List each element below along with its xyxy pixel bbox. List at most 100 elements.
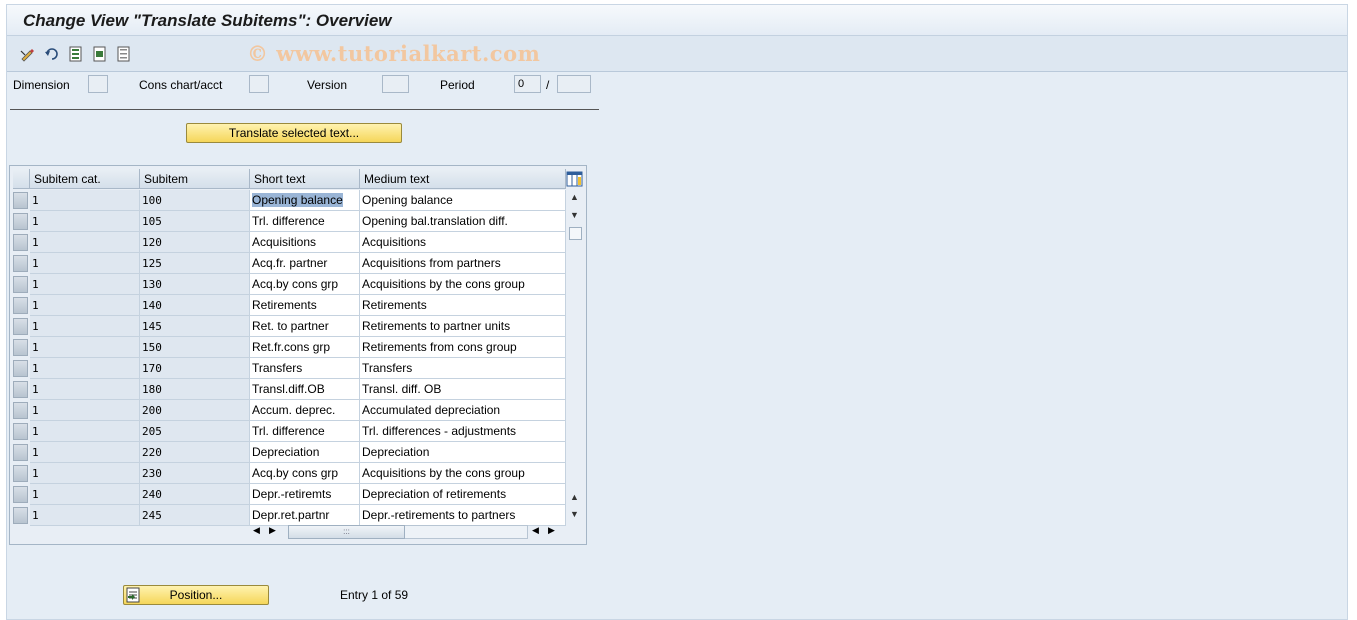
table-row[interactable]: 1 205 Trl. difference Trl. differences - ad… (10, 421, 570, 442)
table-row[interactable]: 1 240 Depr.-retiremts Depreciation of retir… (10, 484, 570, 505)
column-header-subitem[interactable]: Subitem (140, 169, 250, 189)
table-row[interactable]: 1 125 Acq.fr. partner Acquisitions from par… (10, 253, 570, 274)
table-row[interactable]: 1 180 Transl.diff.OB Transl. diff. OB (10, 379, 570, 400)
cell-short-text[interactable]: Acq.fr. partner (250, 253, 360, 274)
cell-medium-text[interactable]: Retirements from cons group (360, 337, 566, 358)
scroll-column-left-icon[interactable]: ◀ (532, 525, 539, 536)
cell-medium-text[interactable]: Retirements to partner units (360, 316, 566, 337)
cell-short-text[interactable]: Ret. to partner (250, 316, 360, 337)
cell-subitem-cat: 1 (30, 211, 140, 232)
cell-short-text[interactable]: Depr.-retiremts (250, 484, 360, 505)
row-selector[interactable] (13, 423, 28, 440)
table-row[interactable]: 1 105 Trl. difference Opening bal.translati… (10, 211, 570, 232)
row-selector[interactable] (13, 507, 28, 524)
row-selector[interactable] (13, 402, 28, 419)
cell-short-text[interactable]: Trl. difference (250, 421, 360, 442)
scroll-left-icon[interactable]: ◀ (253, 525, 260, 536)
row-selector[interactable] (13, 444, 28, 461)
version-field[interactable] (382, 75, 409, 93)
cell-medium-text[interactable]: Opening bal.translation diff. (360, 211, 566, 232)
cell-medium-text[interactable]: Acquisitions (360, 232, 566, 253)
row-selector[interactable] (13, 234, 28, 251)
cell-short-text[interactable]: Acq.by cons grp (250, 274, 360, 295)
cell-medium-text[interactable]: Acquisitions from partners (360, 253, 566, 274)
select-block-icon[interactable] (91, 45, 109, 63)
cell-short-text[interactable]: Acq.by cons grp (250, 463, 360, 484)
table-row[interactable]: 1 230 Acq.by cons grp Acquisitions by the c… (10, 463, 570, 484)
cell-short-text[interactable]: Ret.fr.cons grp (250, 337, 360, 358)
cell-medium-text[interactable]: Transl. diff. OB (360, 379, 566, 400)
cell-medium-text[interactable]: Transfers (360, 358, 566, 379)
select-all-rows-header[interactable] (13, 169, 30, 189)
cell-medium-text[interactable]: Depreciation of retirements (360, 484, 566, 505)
cell-short-text[interactable]: Depr.ret.partnr (250, 505, 360, 526)
row-selector[interactable] (13, 318, 28, 335)
cell-short-text[interactable]: Trl. difference (250, 211, 360, 232)
column-header-short-text[interactable]: Short text (250, 169, 360, 189)
change-display-icon[interactable] (19, 45, 37, 63)
cell-short-text[interactable]: Opening balance (250, 190, 360, 211)
scroll-column-right-icon[interactable]: ▶ (548, 525, 555, 536)
cell-subitem-cat: 1 (30, 190, 140, 211)
period-field[interactable]: 0 (514, 75, 541, 93)
cell-subitem-cat: 1 (30, 463, 140, 484)
select-all-icon[interactable] (67, 45, 85, 63)
table-row[interactable]: 1 170 Transfers Transfers (10, 358, 570, 379)
column-header-subitem-cat[interactable]: Subitem cat. (30, 169, 140, 189)
table-row[interactable]: 1 140 Retirements Retirements (10, 295, 570, 316)
row-selector[interactable] (13, 192, 28, 209)
cell-medium-text[interactable]: Opening balance (360, 190, 566, 211)
cell-medium-text[interactable]: Accumulated depreciation (360, 400, 566, 421)
cell-short-text[interactable]: Depreciation (250, 442, 360, 463)
cell-short-text[interactable]: Acquisitions (250, 232, 360, 253)
horizontal-scrollbar[interactable]: ◀ ▶ ::: ◀ ▶ (250, 524, 566, 540)
table-row[interactable]: 1 150 Ret.fr.cons grp Retirements from cons… (10, 337, 570, 358)
table-row[interactable]: 1 120 Acquisitions Acquisitions (10, 232, 570, 253)
scroll-up-icon[interactable]: ▲ (570, 192, 579, 202)
deselect-all-icon[interactable] (115, 45, 133, 63)
cell-medium-text[interactable]: Retirements (360, 295, 566, 316)
table-row[interactable]: 1 130 Acq.by cons grp Acquisitions by the c… (10, 274, 570, 295)
row-selector[interactable] (13, 297, 28, 314)
scroll-down-icon[interactable]: ▼ (570, 210, 579, 220)
table-row[interactable]: 1 100 Opening balance Opening balance (10, 190, 570, 211)
row-selector[interactable] (13, 339, 28, 356)
cell-medium-text[interactable]: Trl. differences - adjustments (360, 421, 566, 442)
page-title: Change View "Translate Subitems": Overvi… (23, 11, 392, 30)
scroll-page-up-icon[interactable]: ▲ (570, 492, 579, 502)
vertical-scrollbar[interactable]: ▲ ▼ ▲ ▼ (568, 190, 584, 520)
row-selector[interactable] (13, 381, 28, 398)
vertical-scroll-thumb[interactable] (569, 227, 582, 240)
period-label: Period (440, 78, 475, 92)
fiscal-year-field[interactable] (557, 75, 591, 93)
table-row[interactable]: 1 220 Depreciation Depreciation (10, 442, 570, 463)
table-row[interactable]: 1 145 Ret. to partner Retirements to partne… (10, 316, 570, 337)
row-selector[interactable] (13, 255, 28, 272)
dimension-field[interactable] (88, 75, 108, 93)
table-settings-icon[interactable] (566, 170, 583, 188)
scroll-page-down-icon[interactable]: ▼ (570, 509, 579, 519)
table-row[interactable]: 1 245 Depr.ret.partnr Depr.-retirements to … (10, 505, 570, 526)
cell-medium-text[interactable]: Acquisitions by the cons group (360, 274, 566, 295)
cell-medium-text[interactable]: Depreciation (360, 442, 566, 463)
cell-medium-text[interactable]: Acquisitions by the cons group (360, 463, 566, 484)
horizontal-scroll-thumb[interactable]: ::: (288, 525, 405, 539)
cell-short-text[interactable]: Accum. deprec. (250, 400, 360, 421)
translate-selected-text-button[interactable]: Translate selected text... (186, 123, 402, 143)
position-button[interactable]: Position... (123, 585, 269, 605)
cell-medium-text[interactable]: Depr.-retirements to partners (360, 505, 566, 526)
row-selector[interactable] (13, 465, 28, 482)
column-header-medium-text[interactable]: Medium text (360, 169, 566, 189)
row-selector[interactable] (13, 486, 28, 503)
scroll-right-icon[interactable]: ▶ (269, 525, 276, 536)
row-selector[interactable] (13, 213, 28, 230)
cell-short-text[interactable]: Retirements (250, 295, 360, 316)
table-row[interactable]: 1 200 Accum. deprec. Accumulated depreciati… (10, 400, 570, 421)
row-selector[interactable] (13, 276, 28, 293)
cell-short-text[interactable]: Transfers (250, 358, 360, 379)
undo-icon[interactable] (43, 45, 61, 63)
row-selector[interactable] (13, 360, 28, 377)
cons-chart-field[interactable] (249, 75, 269, 93)
cell-short-text[interactable]: Transl.diff.OB (250, 379, 360, 400)
position-button-label: Position... (169, 588, 223, 602)
